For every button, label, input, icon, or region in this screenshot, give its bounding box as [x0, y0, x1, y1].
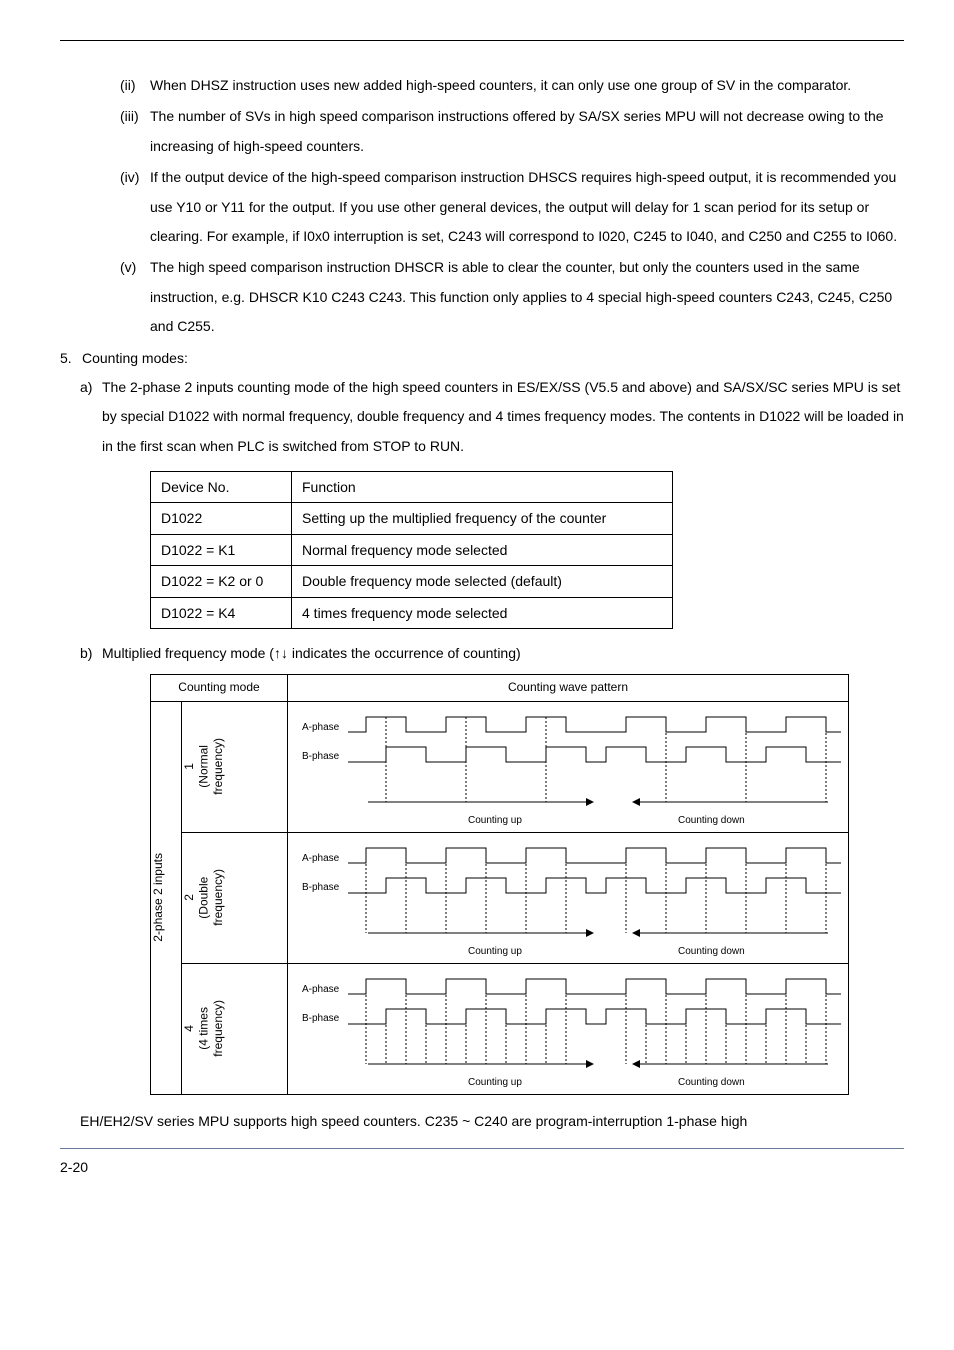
waveform-svg-1 — [288, 702, 848, 832]
waveform-svg-3 — [288, 964, 848, 1094]
mode-3-cell: 4 (4 times frequency) — [182, 963, 288, 1094]
cell: D1022 = K4 — [151, 597, 292, 628]
wave-1-cell: A-phase B-phase Counting up Counting dow… — [288, 701, 849, 832]
wave-3: A-phase B-phase Counting up Counting dow… — [288, 964, 848, 1094]
outline-item-iv: (iv) If the output device of the high-sp… — [120, 163, 904, 251]
text-5: Counting modes: — [82, 344, 904, 373]
text-v: The high speed comparison instruction DH… — [150, 253, 904, 341]
side-label: 2-phase 2 inputs — [151, 847, 165, 948]
waveform-svg-2 — [288, 833, 848, 963]
table-row: 4 (4 times frequency) A-phase B-phase Co… — [151, 963, 849, 1094]
counting-mode-table: Counting mode Counting wave pattern 2-ph… — [150, 674, 849, 1094]
cell: D1022 — [151, 503, 292, 534]
table-row: 2 (Double frequency) A-phase B-phase Cou… — [151, 832, 849, 963]
marker-iv: (iv) — [120, 163, 150, 251]
hdr-mode: Counting mode — [151, 675, 288, 701]
outline-item-v: (v) The high speed comparison instructio… — [120, 253, 904, 341]
hdr-wave: Counting wave pattern — [288, 675, 849, 701]
mode-2-cell: 2 (Double frequency) — [182, 832, 288, 963]
cell: Double frequency mode selected (default) — [292, 566, 673, 597]
text-5b: Multiplied frequency mode (↑↓ indicates … — [102, 639, 904, 668]
cell: D1022 = K1 — [151, 534, 292, 565]
page-footer: 2-20 — [60, 1148, 904, 1182]
mode-1-cell: 1 (Normal frequency) — [182, 701, 288, 832]
outline-item-iii: (iii) The number of SVs in high speed co… — [120, 102, 904, 161]
text-5a: The 2-phase 2 inputs counting mode of th… — [102, 373, 904, 461]
marker-5b: b) — [80, 639, 102, 668]
mode-3-label: 4 (4 times frequency) — [182, 994, 225, 1063]
text-iii: The number of SVs in high speed comparis… — [150, 102, 904, 161]
table-row: D1022 = K1Normal frequency mode selected — [151, 534, 673, 565]
marker-v: (v) — [120, 253, 150, 341]
cell: 4 times frequency mode selected — [292, 597, 673, 628]
table-row: Counting mode Counting wave pattern — [151, 675, 849, 701]
table-row: D1022Setting up the multiplied frequency… — [151, 503, 673, 534]
footer-paragraph: EH/EH2/SV series MPU supports high speed… — [80, 1107, 904, 1136]
text-iv: If the output device of the high-speed c… — [150, 163, 904, 251]
page-number: 2-20 — [60, 1159, 88, 1175]
item-5b: b) Multiplied frequency mode (↑↓ indicat… — [80, 639, 904, 668]
device-table: Device No.Function D1022Setting up the m… — [150, 471, 673, 629]
item-5: 5. Counting modes: — [60, 344, 904, 373]
marker-iii: (iii) — [120, 102, 150, 161]
cell: Setting up the multiplied frequency of t… — [292, 503, 673, 534]
top-rule — [60, 40, 904, 41]
cell: Device No. — [151, 472, 292, 503]
wave-1: A-phase B-phase Counting up Counting dow… — [288, 702, 848, 832]
item-5a: a) The 2-phase 2 inputs counting mode of… — [80, 373, 904, 461]
text-ii: When DHSZ instruction uses new added hig… — [150, 71, 904, 100]
table-row: D1022 = K2 or 0Double frequency mode sel… — [151, 566, 673, 597]
mode-1-label: 1 (Normal frequency) — [182, 732, 225, 801]
table-row: Device No.Function — [151, 472, 673, 503]
cell: D1022 = K2 or 0 — [151, 566, 292, 597]
marker-5a: a) — [80, 373, 102, 461]
wave-2: A-phase B-phase Counting up Counting dow… — [288, 833, 848, 963]
outline-item-ii: (ii) When DHSZ instruction uses new adde… — [120, 71, 904, 100]
table-row: D1022 = K44 times frequency mode selecte… — [151, 597, 673, 628]
wave-2-cell: A-phase B-phase Counting up Counting dow… — [288, 832, 849, 963]
marker-5: 5. — [60, 344, 82, 373]
cell: Function — [292, 472, 673, 503]
marker-ii: (ii) — [120, 71, 150, 100]
cell: Normal frequency mode selected — [292, 534, 673, 565]
side-label-cell: 2-phase 2 inputs — [151, 701, 182, 1094]
mode-2-label: 2 (Double frequency) — [182, 863, 225, 932]
wave-3-cell: A-phase B-phase Counting up Counting dow… — [288, 963, 849, 1094]
table-row: 2-phase 2 inputs 1 (Normal frequency) A-… — [151, 701, 849, 832]
